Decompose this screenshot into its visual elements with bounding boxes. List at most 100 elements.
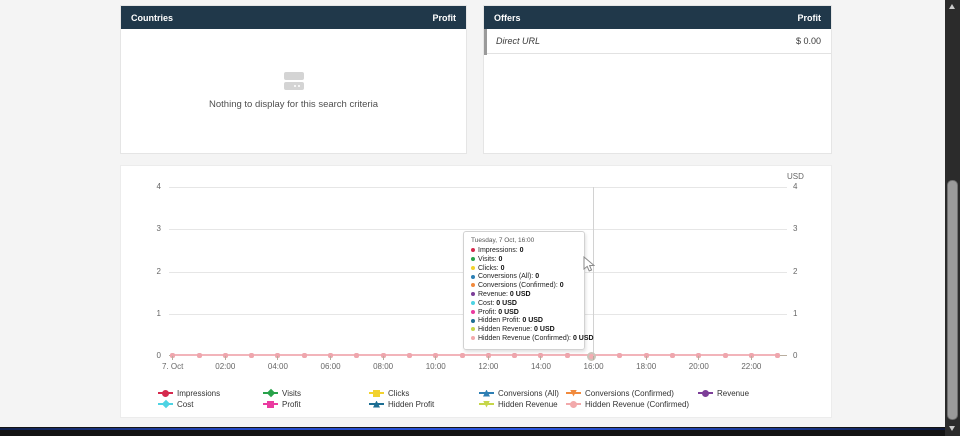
tooltip-value: 0 USD (510, 291, 531, 298)
x-axis-label: 10:00 (411, 362, 461, 371)
tooltip-label: Cost (478, 300, 496, 307)
x-axis-tick (225, 356, 226, 360)
tooltip-label: Impressions (478, 247, 520, 254)
mouse-cursor-icon (583, 256, 595, 278)
point-marker (617, 353, 622, 358)
legend-marker-icon (369, 389, 384, 398)
series-line-zero (173, 354, 778, 356)
page-scrollbar[interactable] (945, 0, 960, 436)
legend-item-hidden-profit[interactable]: Hidden Profit (369, 399, 434, 409)
point-marker (670, 353, 675, 358)
countries-panel-header: Countries Profit (121, 6, 466, 29)
tooltip-bullet-icon (471, 319, 475, 323)
offer-row[interactable]: Direct URL $ 0.00 (484, 29, 831, 54)
tooltip-value: 0 (501, 265, 505, 272)
x-axis-label: 22:00 (726, 362, 776, 371)
tooltip-bullet-icon (471, 301, 475, 305)
legend-marker-shape-diamond (161, 400, 169, 408)
legend-marker-shape-circle (162, 390, 169, 397)
y-axis-label-left: 1 (121, 309, 161, 318)
tooltip-row: Impressions0 (471, 247, 577, 256)
legend-item-revenue[interactable]: Revenue (698, 388, 749, 398)
countries-panel-title: Countries (131, 13, 173, 23)
offers-scrollbar-thumb[interactable] (484, 29, 487, 55)
x-axis-tick (751, 356, 752, 360)
tooltip-row: Cost0 USD (471, 300, 577, 309)
legend-item-profit[interactable]: Profit (263, 399, 301, 409)
point-marker (249, 353, 254, 358)
y-gridline (169, 187, 787, 188)
tooltip-value: 0 (520, 247, 524, 254)
legend-marker-shape-diamond (266, 389, 274, 397)
countries-empty-state: Nothing to display for this search crite… (121, 29, 466, 153)
legend-label: Cost (177, 400, 193, 409)
scrollbar-down-arrow-icon[interactable] (949, 426, 955, 431)
x-axis-label: 16:00 (569, 362, 619, 371)
legend-item-visits[interactable]: Visits (263, 388, 301, 398)
tooltip-value: 0 USD (522, 317, 543, 324)
legend-item-hidden-revenue[interactable]: Hidden Revenue (479, 399, 558, 409)
tooltip-row: Visits0 (471, 256, 577, 265)
tooltip-row: Clicks0 (471, 265, 577, 274)
chart-tooltip: Tuesday, 7 Oct, 16:00 Impressions0Visits… (463, 231, 585, 350)
tooltip-label: Clicks (478, 265, 501, 272)
legend-label: Hidden Revenue (Confirmed) (585, 400, 689, 409)
legend-label: Revenue (717, 389, 749, 398)
legend-marker-icon (158, 400, 173, 409)
point-marker (565, 353, 570, 358)
legend-marker-shape-square (267, 401, 274, 408)
tooltip-row: Hidden Profit0 USD (471, 317, 577, 326)
window-bottom-blue-line (0, 428, 960, 430)
legend-item-hidden-revenue-confirmed[interactable]: Hidden Revenue (Confirmed) (566, 399, 689, 409)
y-axis-label-right: 1 (793, 309, 823, 318)
y-axis-label-left: 3 (121, 224, 161, 233)
tooltip-label: Revenue (478, 291, 510, 298)
tooltip-bullet-icon (471, 327, 475, 331)
point-marker (407, 353, 412, 358)
legend-marker-icon (566, 400, 581, 409)
tooltip-bullet-icon (471, 310, 475, 314)
legend-item-clicks[interactable]: Clicks (369, 388, 409, 398)
x-axis-label: 20:00 (674, 362, 724, 371)
scrollbar-thumb[interactable] (947, 180, 958, 420)
x-axis-tick (593, 356, 594, 360)
legend-item-impressions[interactable]: Impressions (158, 388, 220, 398)
tooltip-value: 0 (499, 256, 503, 263)
offers-panel-body: Direct URL $ 0.00 (484, 29, 831, 153)
legend-label: Impressions (177, 389, 220, 398)
x-axis-tick (488, 356, 489, 360)
legend-marker-shape-circle (702, 390, 709, 397)
legend-marker-icon (479, 389, 494, 398)
tooltip-label: Hidden Revenue (Confirmed) (478, 335, 573, 342)
legend-item-cost[interactable]: Cost (158, 399, 193, 409)
legend-item-conversions-all[interactable]: Conversions (All) (479, 388, 559, 398)
scrollbar-up-arrow-icon[interactable] (949, 4, 955, 9)
x-axis-label: 04:00 (253, 362, 303, 371)
x-axis-tick (646, 356, 647, 360)
tooltip-row: Profit0 USD (471, 309, 577, 318)
legend-marker-icon (479, 400, 494, 409)
x-axis-tick (540, 356, 541, 360)
offer-profit-value: $ 0.00 (796, 36, 821, 46)
legend-item-conversions-confirmed[interactable]: Conversions (Confirmed) (566, 388, 674, 398)
point-marker (302, 353, 307, 358)
y-axis-label-left: 4 (121, 182, 161, 191)
legend-label: Visits (282, 389, 301, 398)
tooltip-label: Hidden Revenue (478, 326, 534, 333)
y-axis-label-left: 2 (121, 267, 161, 276)
tooltip-value: 0 USD (534, 326, 555, 333)
tooltip-bullet-icon (471, 248, 475, 252)
legend-label: Conversions (All) (498, 389, 559, 398)
x-axis-label: 18:00 (621, 362, 671, 371)
tooltip-bullet-icon (471, 336, 475, 340)
legend-label: Hidden Profit (388, 400, 434, 409)
legend-marker-icon (263, 389, 278, 398)
offers-panel-title: Offers (494, 13, 521, 23)
offer-name[interactable]: Direct URL (496, 36, 540, 46)
legend-label: Conversions (Confirmed) (585, 389, 674, 398)
tooltip-label: Hidden Profit (478, 317, 522, 324)
point-marker (354, 353, 359, 358)
offers-metric-label: Profit (798, 13, 822, 23)
tooltip-bullet-icon (471, 283, 475, 287)
x-axis-tick (383, 356, 384, 360)
